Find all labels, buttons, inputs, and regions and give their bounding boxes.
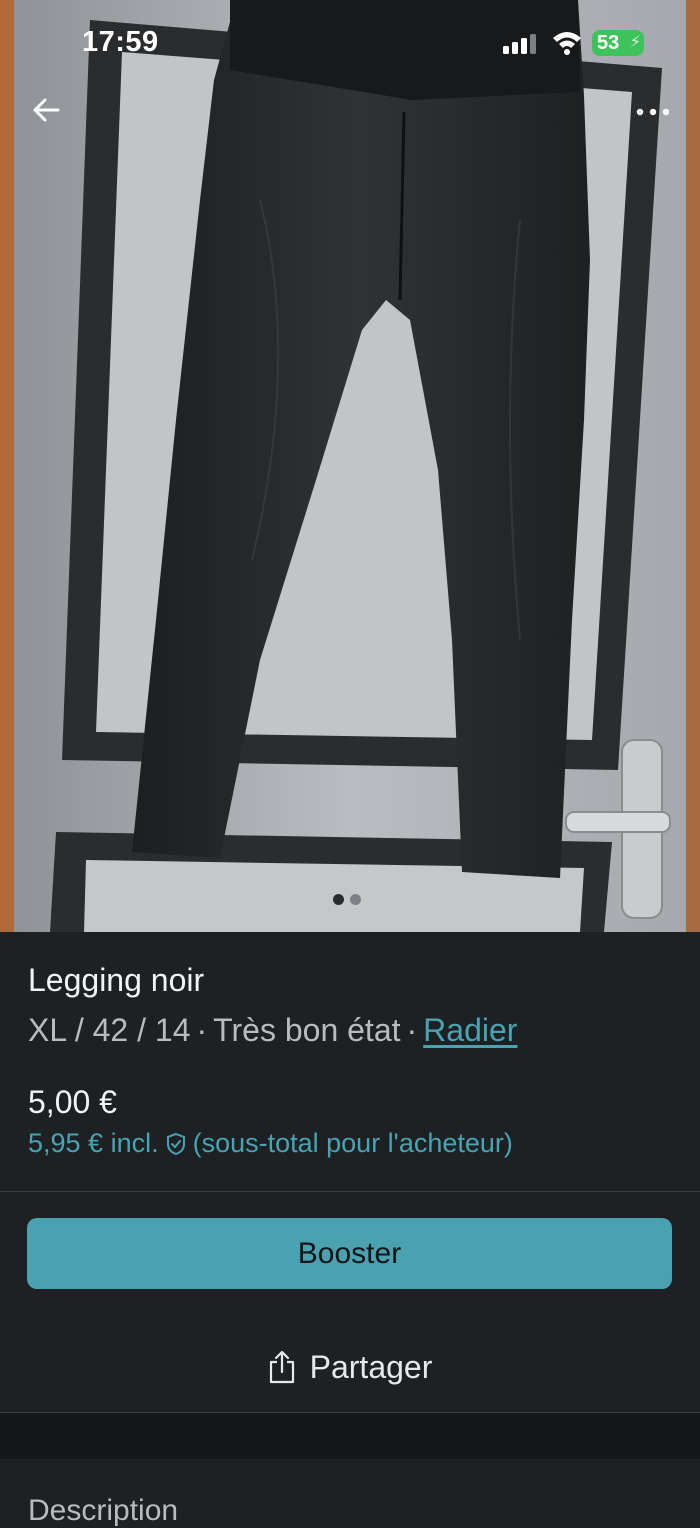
listing-price: 5,00 € [28, 1084, 117, 1120]
back-button[interactable] [24, 88, 68, 132]
share-button[interactable]: Partager [0, 1332, 700, 1402]
listing-title: Legging noir [28, 962, 205, 998]
status-bar: 17:59 53 ⚡ [0, 0, 700, 86]
listing-meta: XL / 42 / 14 · Très bon état · Radier [28, 1012, 517, 1049]
battery-level: 53 [597, 32, 620, 54]
share-icon [269, 1350, 294, 1384]
pagination-dot-active [333, 894, 344, 905]
meta-separator: · [406, 1012, 418, 1048]
battery-indicator: 53 ⚡ [592, 30, 644, 56]
cellular-signal-icon [503, 34, 539, 59]
product-photo[interactable] [0, 0, 700, 932]
gallery-pagination [333, 894, 361, 905]
status-time: 17:59 [82, 26, 159, 58]
divider [0, 1191, 700, 1192]
wifi-icon [551, 29, 583, 60]
charging-bolt-icon: ⚡ [629, 34, 641, 51]
more-horizontal-icon [636, 108, 670, 116]
listing-size: XL / 42 / 14 [28, 1012, 191, 1048]
arrow-left-icon [33, 98, 60, 122]
description-heading: Description [28, 1494, 179, 1527]
buyer-total-price[interactable]: 5,95 € incl. (sous-total pour l'acheteur… [28, 1128, 513, 1159]
meta-separator: · [196, 1012, 208, 1048]
booster-button[interactable]: Booster [27, 1218, 672, 1289]
price-incl-text: 5,95 € incl. [28, 1128, 159, 1158]
pagination-dot [350, 894, 361, 905]
share-label: Partager [309, 1348, 433, 1385]
shield-check-icon [166, 1132, 185, 1155]
brand-link[interactable]: Radier [423, 1012, 517, 1048]
price-incl-note: (sous-total pour l'acheteur) [192, 1128, 513, 1158]
listing-condition: Très bon état [213, 1012, 401, 1048]
more-options-button[interactable] [628, 92, 678, 132]
section-spacer [0, 1413, 700, 1459]
